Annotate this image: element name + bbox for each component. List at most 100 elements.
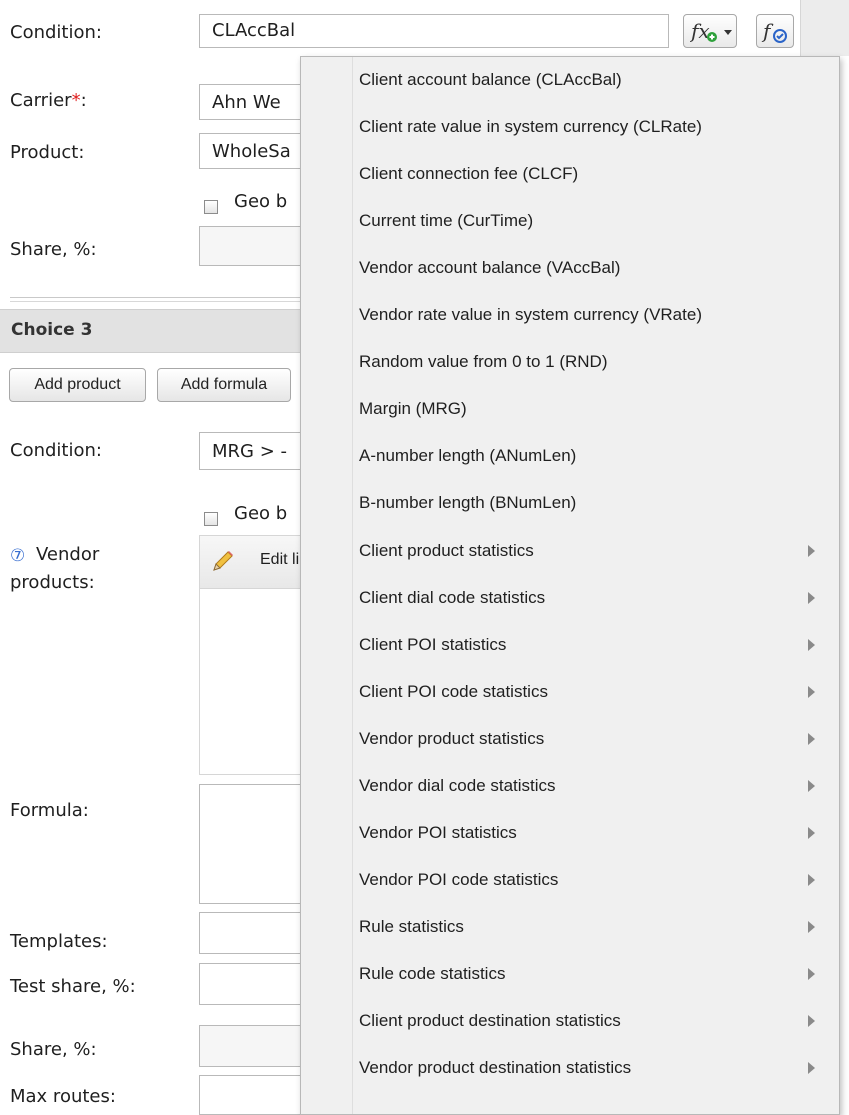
menu-item-label: Current time (CurTime)	[359, 211, 534, 231]
validate-formula-button[interactable]: f	[756, 14, 794, 48]
menu-icon-gutter	[352, 57, 353, 1114]
menu-item-label: Client POI code statistics	[359, 681, 548, 701]
menu-item[interactable]: Client POI statistics	[359, 624, 839, 666]
pencil-icon	[210, 548, 236, 579]
submenu-arrow-icon	[808, 1015, 815, 1027]
chevron-down-icon	[724, 30, 732, 35]
choice-condition-label: Condition:	[10, 440, 102, 461]
menu-item-label: Rule code statistics	[359, 963, 506, 983]
formula-label: Formula:	[10, 800, 89, 821]
menu-item[interactable]: Client account balance (CLAccBal)	[359, 59, 839, 101]
test-share-label: Test share, %:	[10, 976, 136, 997]
menu-item-label: Vendor product statistics	[359, 728, 545, 748]
carrier-label-colon: :	[80, 90, 87, 111]
submenu-arrow-icon	[808, 544, 815, 557]
menu-item-label: Margin (MRG)	[359, 399, 467, 419]
formula-textarea[interactable]	[199, 784, 309, 904]
menu-item-label: Client connection fee (CLCF)	[359, 164, 579, 184]
menu-item[interactable]: Vendor POI code statistics	[359, 859, 839, 901]
max-routes-label: Max routes:	[10, 1086, 116, 1107]
function-dropdown-menu: Client account balance (CLAccBal) Client …	[300, 56, 840, 1115]
menu-item-label: A-number length (ANumLen)	[359, 446, 577, 466]
menu-item-label: Vendor account balance (VAccBal)	[359, 258, 621, 278]
menu-item[interactable]: Current time (CurTime)	[359, 200, 839, 242]
submenu-arrow-icon	[808, 685, 815, 698]
choice-share-label: Share, %:	[10, 1039, 97, 1060]
templates-label: Templates:	[10, 931, 108, 952]
menu-item-label: Vendor POI statistics	[359, 822, 517, 842]
choice-3-title: Choice 3	[11, 320, 93, 340]
add-product-button[interactable]: Add product	[9, 368, 146, 402]
fx-validate-formula-icon: f	[761, 17, 791, 50]
menu-item-label: Vendor dial code statistics	[359, 775, 556, 795]
vendor-products-label-line2: products:	[10, 572, 95, 593]
choice-geo-checkbox-label: Geo b	[234, 503, 288, 524]
choice-geo-checkbox[interactable]	[204, 512, 218, 526]
menu-item[interactable]: Rule statistics	[359, 906, 839, 948]
submenu-arrow-icon	[808, 779, 815, 792]
max-routes-input[interactable]	[199, 1075, 309, 1115]
svg-text:f: f	[761, 19, 774, 43]
submenu-arrow-icon	[808, 873, 815, 886]
menu-item-label: Client dial code statistics	[359, 587, 546, 607]
edit-list-label: Edit li	[260, 551, 300, 568]
section-divider	[10, 301, 305, 302]
carrier-label-text: Carrier	[10, 90, 72, 111]
choice-3-header: Choice 3	[0, 309, 305, 353]
right-scrollbar-strip	[800, 0, 849, 56]
menu-item[interactable]: Client product statistics	[359, 530, 839, 572]
menu-item[interactable]: Vendor dial code statistics	[359, 765, 839, 807]
menu-item-label: Rule statistics	[359, 916, 464, 936]
geo-checkbox[interactable]	[204, 200, 218, 214]
submenu-arrow-icon	[808, 967, 815, 980]
menu-item-label: Vendor rate value in system currency (VR…	[359, 305, 702, 325]
menu-item[interactable]: Vendor account balance (VAccBal)	[359, 247, 839, 289]
submenu-arrow-icon	[808, 591, 815, 604]
condition-label: Condition:	[10, 22, 102, 43]
menu-item[interactable]: A-number length (ANumLen)	[359, 435, 839, 477]
menu-item[interactable]: Vendor product destination statistics	[359, 1047, 839, 1089]
carrier-label: Carrier*:	[10, 90, 87, 111]
templates-input[interactable]	[199, 912, 309, 954]
test-share-input[interactable]	[199, 963, 309, 1005]
menu-item[interactable]: Client product destination statistics	[359, 1000, 839, 1042]
share-label: Share, %:	[10, 239, 97, 260]
menu-item[interactable]: Vendor POI statistics	[359, 812, 839, 854]
menu-item-label: B-number length (BNumLen)	[359, 493, 577, 513]
help-icon[interactable]: ⑦	[10, 546, 25, 566]
choice-share-input[interactable]	[199, 1025, 309, 1067]
add-formula-button[interactable]: Add formula	[157, 368, 291, 402]
menu-item[interactable]: Margin (MRG)	[359, 388, 839, 430]
menu-item[interactable]: Random value from 0 to 1 (RND)	[359, 341, 839, 383]
vendor-products-list[interactable]: Edit li	[199, 535, 309, 775]
menu-item[interactable]: Vendor product statistics	[359, 718, 839, 760]
insert-function-button[interactable]: fx	[683, 14, 737, 48]
submenu-arrow-icon	[808, 826, 815, 839]
submenu-arrow-icon	[808, 732, 815, 745]
menu-item[interactable]: Rule code statistics	[359, 953, 839, 995]
menu-item-label: Vendor product destination statistics	[359, 1058, 632, 1078]
geo-checkbox-label: Geo b	[234, 191, 288, 212]
fx-insert-function-icon: fx	[689, 17, 720, 50]
menu-item-label: Client product statistics	[359, 540, 534, 560]
submenu-arrow-icon	[808, 920, 815, 933]
menu-item-label: Client account balance (CLAccBal)	[359, 70, 622, 89]
product-label: Product:	[10, 142, 85, 163]
section-divider	[10, 297, 305, 298]
menu-item-label: Random value from 0 to 1 (RND)	[359, 352, 608, 372]
svg-text:fx: fx	[690, 19, 710, 43]
menu-item-label: Client product destination statistics	[359, 1011, 621, 1030]
menu-item[interactable]: Client dial code statistics	[359, 577, 839, 619]
menu-item-label: Client rate value in system currency (CL…	[359, 117, 702, 137]
menu-item[interactable]: B-number length (BNumLen)	[359, 482, 839, 524]
menu-item[interactable]: Client connection fee (CLCF)	[359, 153, 839, 195]
submenu-arrow-icon	[808, 1062, 815, 1075]
vendor-products-label-line1: Vendor	[36, 544, 100, 565]
menu-item[interactable]: Vendor rate value in system currency (VR…	[359, 294, 839, 336]
menu-item[interactable]: Client rate value in system currency (CL…	[359, 106, 839, 148]
menu-item-label: Client POI statistics	[359, 634, 507, 654]
menu-item[interactable]: Client POI code statistics	[359, 671, 839, 713]
submenu-arrow-icon	[808, 638, 815, 651]
required-mark: *	[71, 90, 81, 111]
condition-input[interactable]: CLAccBal	[199, 14, 669, 48]
